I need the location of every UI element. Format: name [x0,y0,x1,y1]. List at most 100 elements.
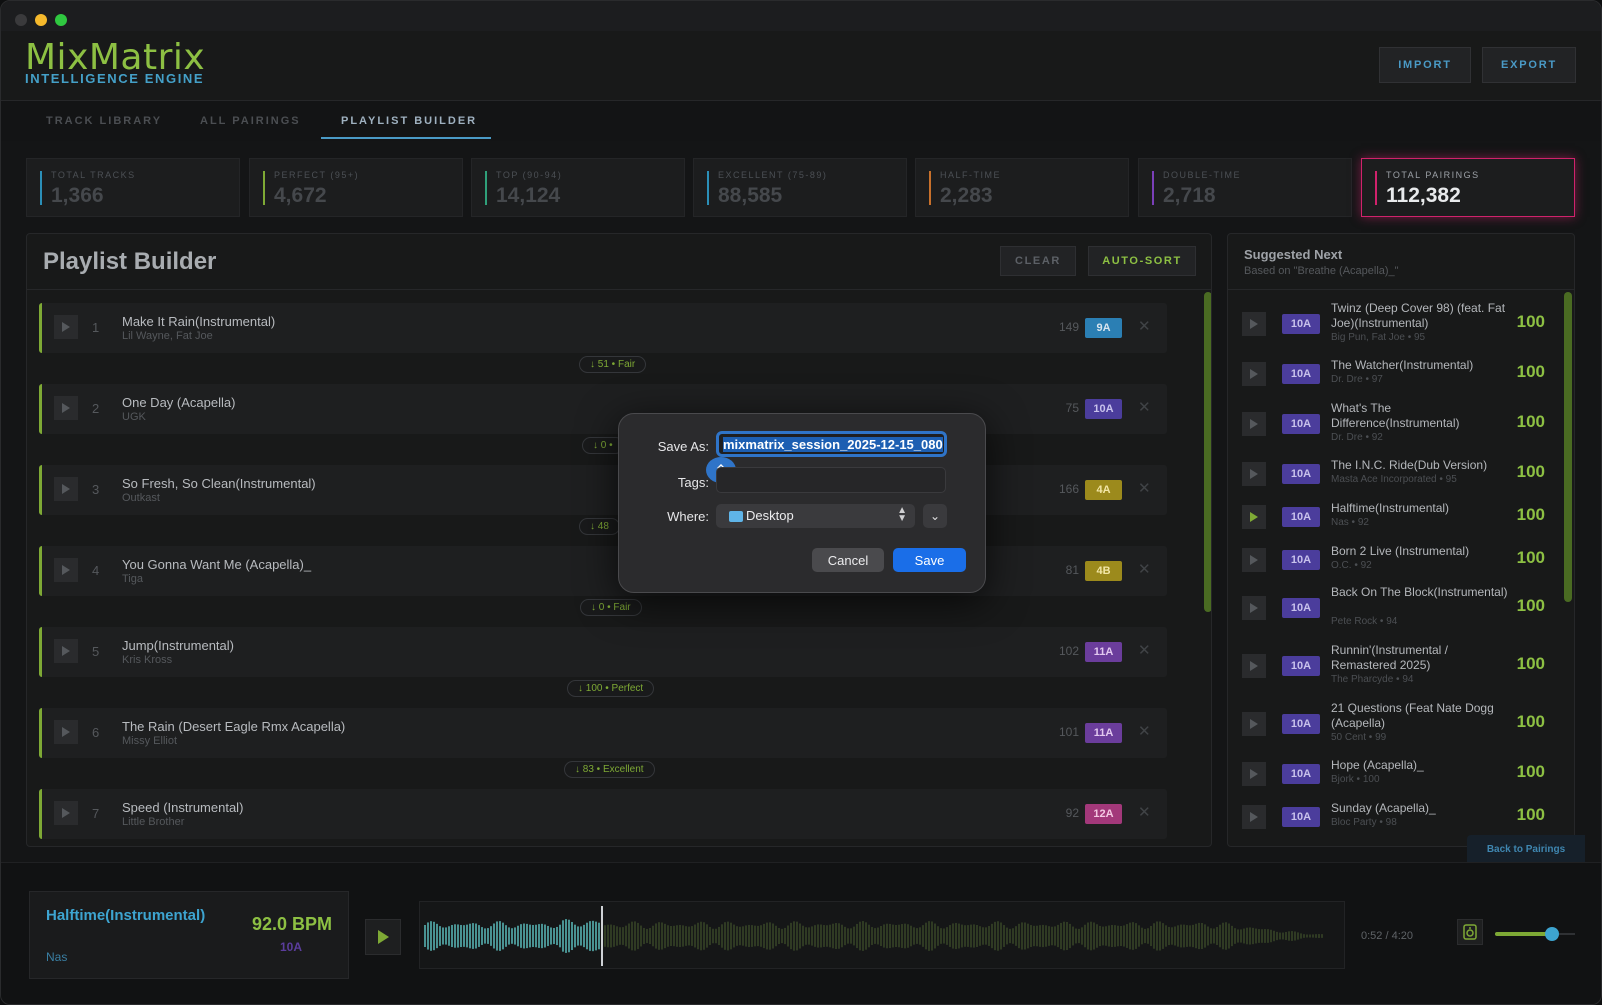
play-icon [1250,812,1258,822]
waveform-bar [946,927,948,945]
playlist-row[interactable]: 1 Make It Rain(Instrumental) Lil Wayne, … [39,303,1167,353]
stat-total-tracks: TOTAL TRACKS 1,366 [26,158,240,217]
expand-dialog-button[interactable]: ⌄ [923,504,947,528]
waveform-bar [1117,925,1119,947]
stat-accent [1375,171,1377,205]
play-icon [377,930,389,944]
waveform-bar [1294,931,1296,941]
waveform-bar [985,927,987,945]
play-button[interactable] [1242,805,1266,829]
waveform-bar [1309,934,1311,938]
remove-icon[interactable]: ✕ [1138,641,1151,659]
play-button[interactable] [54,558,78,582]
output-device-button[interactable] [1457,919,1483,945]
tab-track-library[interactable]: TRACK LIBRARY [46,115,162,127]
minimize-window-button[interactable] [35,14,47,26]
waveform-bar [952,923,954,949]
waveform-bar [1258,929,1260,943]
waveform-bar [1057,924,1059,948]
playlist-scrollbar[interactable] [1204,292,1211,612]
play-button[interactable] [1242,762,1266,786]
waveform-bar [628,923,630,949]
waveform-bar [970,924,972,948]
track-bpm: 166 [1058,482,1079,496]
tab-all-pairings[interactable]: ALL PAIRINGS [200,115,301,127]
remove-icon[interactable]: ✕ [1138,803,1151,821]
play-button[interactable] [54,396,78,420]
remove-icon[interactable]: ✕ [1138,317,1151,335]
play-button[interactable] [54,720,78,744]
key-badge: 10A [1282,507,1320,527]
play-button[interactable] [54,315,78,339]
playlist-row[interactable]: 2 One Day (Acapella) UGK 75 10A ✕ [39,384,1167,434]
where-select[interactable]: Desktop ▲ ▼ [716,504,915,528]
waveform-bar [1072,926,1074,946]
play-button[interactable] [1242,412,1266,436]
volume-knob[interactable] [1545,927,1559,941]
cancel-button[interactable]: Cancel [812,548,884,572]
play-button[interactable] [1242,462,1266,486]
waveform-bar [583,924,585,948]
stat-perfect: PERFECT (95+) 4,672 [249,158,463,217]
play-button[interactable] [1242,596,1266,620]
remove-icon[interactable]: ✕ [1138,722,1151,740]
waveform-bar [778,927,780,945]
playlist-row[interactable]: 4 You Gonna Want Me (Acapella)_ Tiga 81 … [39,546,1167,596]
waveform-bar [460,924,462,948]
waveform-bar [631,921,633,951]
play-button[interactable] [1242,548,1266,572]
waveform-bar [490,926,492,946]
clear-button[interactable]: CLEAR [1000,246,1076,276]
waveform-bar [1285,931,1287,941]
playlist-row[interactable]: 6 The Rain (Desert Eagle Rmx Acapella) M… [39,708,1167,758]
waveform-bar [982,927,984,945]
waveform-bar [775,925,777,947]
waveform-bar [865,922,867,950]
suggestions-scrollbar[interactable] [1564,292,1572,602]
auto-sort-button[interactable]: AUTO-SORT [1088,246,1196,276]
waveform-bar [511,928,513,944]
waveform-bar [841,924,843,948]
waveform-bar [1192,924,1194,948]
stat-value: 2,283 [940,184,993,207]
waveform[interactable] [419,901,1345,969]
waveform-bar [538,924,540,948]
waveform-bar [1267,929,1269,943]
save-button[interactable]: Save [893,548,966,572]
play-icon [1250,555,1258,565]
filename-input[interactable]: mixmatrix_session_2025-12-15_080 [716,431,947,457]
close-window-button[interactable] [15,14,27,26]
waveform-bar [847,928,849,944]
tags-input[interactable] [716,467,946,493]
play-button[interactable] [1242,505,1266,529]
play-button[interactable] [1242,654,1266,678]
player-play-button[interactable] [365,919,401,955]
active-tab-indicator [321,137,491,139]
tab-playlist-builder[interactable]: PLAYLIST BUILDER [341,115,477,127]
play-button[interactable] [1242,362,1266,386]
waveform-bar [856,923,858,949]
back-to-pairings-button[interactable]: Back to Pairings [1467,835,1585,863]
waveform-bar [619,927,621,945]
waveform-bar [874,928,876,944]
remove-icon[interactable]: ✕ [1138,398,1151,416]
playlist-row[interactable]: 3 So Fresh, So Clean(Instrumental) Outka… [39,465,1167,515]
remove-icon[interactable]: ✕ [1138,479,1151,497]
waveform-bar [427,922,429,950]
waveform-bar [451,924,453,948]
play-button[interactable] [1242,312,1266,336]
playlist-row[interactable]: 7 Speed (Instrumental) Little Brother 92… [39,789,1167,839]
import-button[interactable]: IMPORT [1379,47,1471,83]
suggestion-meta: Bjork • 100 [1331,774,1380,785]
zoom-window-button[interactable] [55,14,67,26]
play-button[interactable] [54,639,78,663]
play-button[interactable] [1242,712,1266,736]
export-button[interactable]: EXPORT [1482,47,1576,83]
remove-icon[interactable]: ✕ [1138,560,1151,578]
waveform-bar [622,927,624,945]
now-playing-title: Halftime(Instrumental) [46,907,206,924]
play-button[interactable] [54,477,78,501]
waveform-bar [706,924,708,948]
playlist-row[interactable]: 5 Jump(Instrumental) Kris Kross 102 11A … [39,627,1167,677]
play-button[interactable] [54,801,78,825]
